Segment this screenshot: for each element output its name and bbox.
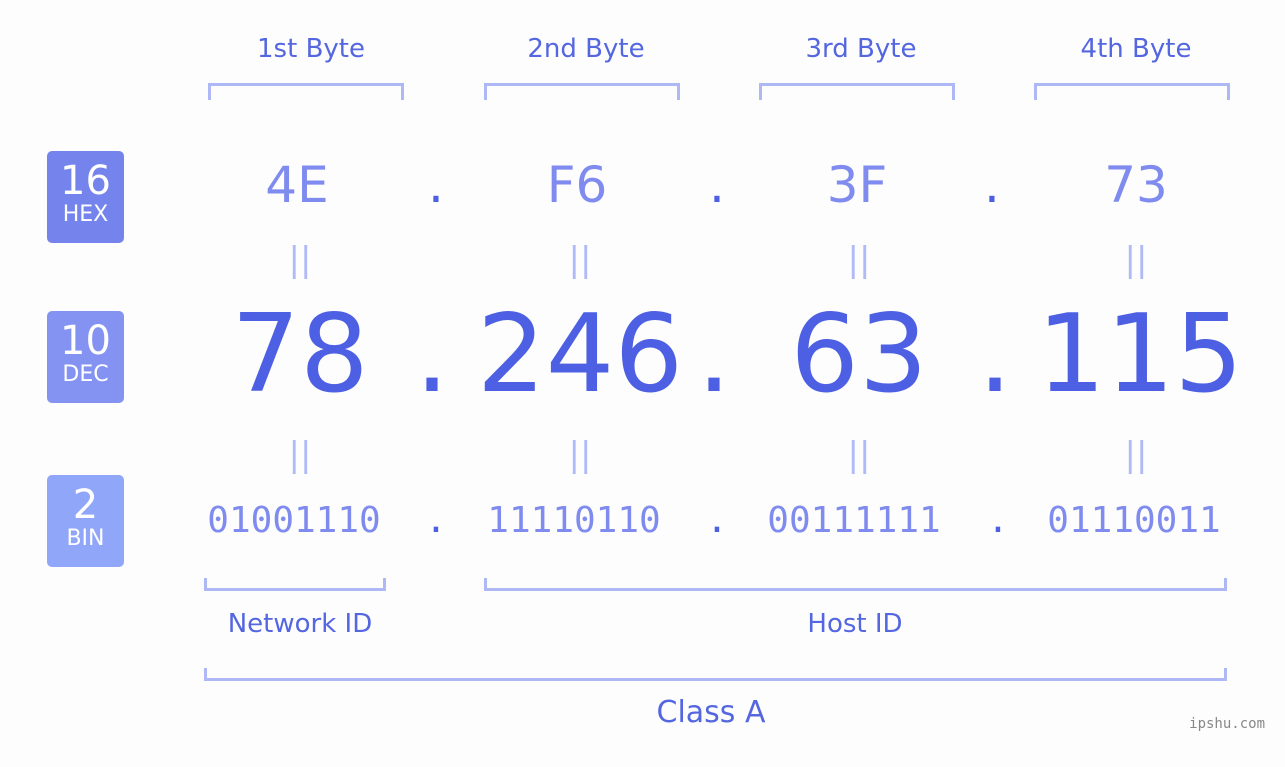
- byte-bracket-4: [1034, 83, 1230, 100]
- equals-sign: ||: [568, 435, 592, 475]
- bin-dot-3: .: [987, 500, 1009, 541]
- byte-bracket-2: [484, 83, 680, 100]
- class-label: Class A: [656, 695, 766, 730]
- equals-sign: ||: [288, 240, 312, 280]
- byte-header-1: 1st Byte: [257, 34, 365, 64]
- hex-badge-base: 16: [60, 158, 111, 204]
- host-id-label: Host ID: [807, 609, 903, 639]
- equals-sign: ||: [568, 240, 592, 280]
- watermark: ipshu.com: [1189, 716, 1265, 732]
- dec-dot-2: .: [696, 292, 732, 417]
- equals-sign: ||: [1124, 435, 1148, 475]
- equals-sign: ||: [847, 240, 871, 280]
- hex-badge: 16 HEX: [47, 151, 124, 243]
- dec-dot-3: .: [977, 292, 1013, 417]
- byte-header-2: 2nd Byte: [527, 34, 645, 64]
- equals-sign: ||: [288, 435, 312, 475]
- hex-badge-label: HEX: [62, 202, 109, 227]
- bin-badge: 2 BIN: [47, 475, 124, 567]
- hex-dot-2: .: [709, 156, 725, 214]
- network-id-label: Network ID: [227, 609, 373, 639]
- byte-bracket-1: [208, 83, 404, 100]
- class-bracket: [204, 668, 1227, 681]
- dec-badge-base: 10: [60, 318, 111, 364]
- byte-header-3: 3rd Byte: [805, 34, 917, 64]
- bin-dot-2: .: [706, 500, 728, 541]
- byte-bracket-3: [759, 83, 955, 100]
- dec-dot-1: .: [414, 292, 450, 417]
- bin-dot-1: .: [425, 500, 447, 541]
- dec-badge-label: DEC: [62, 362, 109, 387]
- bin-badge-base: 2: [72, 482, 99, 528]
- hex-dot-3: .: [984, 156, 1000, 214]
- byte-header-4: 4th Byte: [1080, 34, 1192, 64]
- host-id-bracket: [484, 578, 1227, 591]
- equals-sign: ||: [1124, 240, 1148, 280]
- hex-dot-1: .: [428, 156, 444, 214]
- dec-badge: 10 DEC: [47, 311, 124, 403]
- network-id-bracket: [204, 578, 386, 591]
- bin-badge-label: BIN: [66, 526, 105, 551]
- equals-sign: ||: [847, 435, 871, 475]
